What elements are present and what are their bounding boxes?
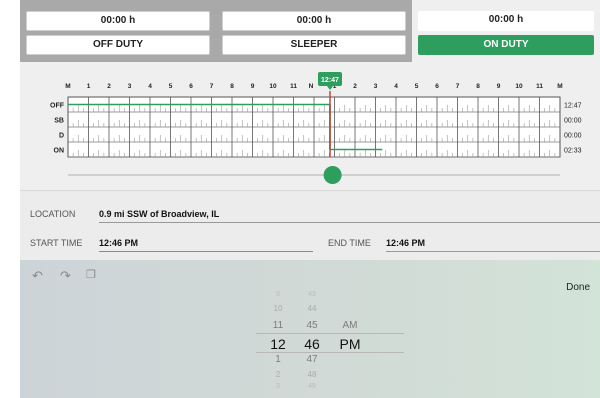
location-underline <box>99 222 600 223</box>
hour-label: 8 <box>476 83 480 90</box>
row-label: ON <box>54 148 65 155</box>
hour-label: 1 <box>87 83 91 90</box>
sleeper-hours: 00:00 h <box>222 11 406 31</box>
hour-label: 6 <box>435 83 439 90</box>
log-grid: OFF 12:47 SB 00:00 D 00:00 ON 02:33 M 1 2 3 4 5 6 7 8 9 10… <box>50 72 582 184</box>
picker-minute-option[interactable]: 44 <box>292 304 332 313</box>
picker-minute-selected[interactable]: 46 <box>292 336 332 352</box>
off-duty-button[interactable]: OFF DUTY <box>26 35 210 55</box>
paste-icon[interactable]: ❐ <box>86 268 96 281</box>
picker-minute-option[interactable]: 43 <box>292 291 332 298</box>
hour-label: 11 <box>536 83 543 90</box>
hour-label: 9 <box>497 83 501 90</box>
on-duty-hours: 00:00 h <box>418 11 594 31</box>
current-time-label: 12:47 <box>321 77 339 84</box>
end-time-label: END TIME <box>328 238 371 248</box>
picker-pm-selected[interactable]: PM <box>330 336 370 352</box>
duty-log-graph: OFF 12:47 SB 00:00 D 00:00 ON 02:33 M 1 2 3 4 5 6 7 8 9 10… <box>20 62 600 190</box>
hour-label: 9 <box>251 83 255 90</box>
undo-icon[interactable]: ↶ <box>32 268 43 284</box>
hour-label: 10 <box>515 83 523 90</box>
hour-label: M <box>65 83 70 90</box>
hour-label: 5 <box>415 83 419 90</box>
hour-label: M <box>557 83 562 90</box>
hour-label: 7 <box>210 83 214 90</box>
on-duty-column: 00:00 h ON DUTY <box>412 0 600 62</box>
off-duty-hours: 00:00 h <box>26 11 210 31</box>
sleeper-column: 00:00 h SLEEPER <box>216 0 412 62</box>
done-button[interactable]: Done <box>566 282 590 293</box>
row-total: 12:47 <box>564 103 582 110</box>
location-label: LOCATION <box>30 209 76 219</box>
hour-label: N <box>309 83 314 90</box>
end-time-underline <box>386 251 600 252</box>
hour-label: 4 <box>148 83 152 90</box>
time-picker-keyboard: ↶ ↷ ❐ Done 9 10 11 12 1 2 3 43 44 45 46 … <box>20 260 600 398</box>
row-label: SB <box>54 118 64 125</box>
start-time-underline <box>99 251 313 252</box>
hour-label: 5 <box>169 83 173 90</box>
hour-label: 4 <box>394 83 398 90</box>
start-time-field[interactable]: 12:46 PM <box>99 238 138 248</box>
hour-label: 10 <box>269 83 277 90</box>
row-total: 00:00 <box>564 133 582 140</box>
picker-minute-option[interactable]: 47 <box>292 354 332 365</box>
hour-label: 3 <box>374 83 378 90</box>
picker-selection-bottom-line <box>256 352 404 353</box>
time-slider-handle[interactable] <box>323 166 342 184</box>
hour-label: 2 <box>107 83 111 90</box>
hour-label: 8 <box>230 83 234 90</box>
sleeper-button[interactable]: SLEEPER <box>222 35 406 55</box>
picker-minute-option[interactable]: 49 <box>292 383 332 390</box>
hour-label: 3 <box>128 83 132 90</box>
picker-am-option[interactable]: AM <box>330 320 370 331</box>
event-form: LOCATION 0.9 mi SSW of Broadview, IL STA… <box>20 190 600 260</box>
picker-minute-option[interactable]: 45 <box>292 320 332 331</box>
duty-status-bar: 00:00 h OFF DUTY 00:00 h SLEEPER 00:00 h… <box>20 0 600 62</box>
row-label: D <box>59 133 64 140</box>
row-total: 00:00 <box>564 118 582 125</box>
on-duty-button[interactable]: ON DUTY <box>418 35 594 55</box>
row-total: 02:33 <box>564 148 582 155</box>
hour-label: 2 <box>353 83 357 90</box>
end-time-field[interactable]: 12:46 PM <box>386 238 425 248</box>
redo-icon[interactable]: ↷ <box>60 268 71 284</box>
off-duty-column: 00:00 h OFF DUTY <box>20 0 216 62</box>
start-time-label: START TIME <box>30 238 83 248</box>
hour-label: 7 <box>456 83 460 90</box>
row-label: OFF <box>50 103 65 110</box>
location-field[interactable]: 0.9 mi SSW of Broadview, IL <box>99 209 219 219</box>
picker-selection-top-line <box>256 333 404 334</box>
hour-label: 11 <box>290 83 297 90</box>
hour-label: 6 <box>189 83 193 90</box>
picker-minute-option[interactable]: 48 <box>292 370 332 379</box>
